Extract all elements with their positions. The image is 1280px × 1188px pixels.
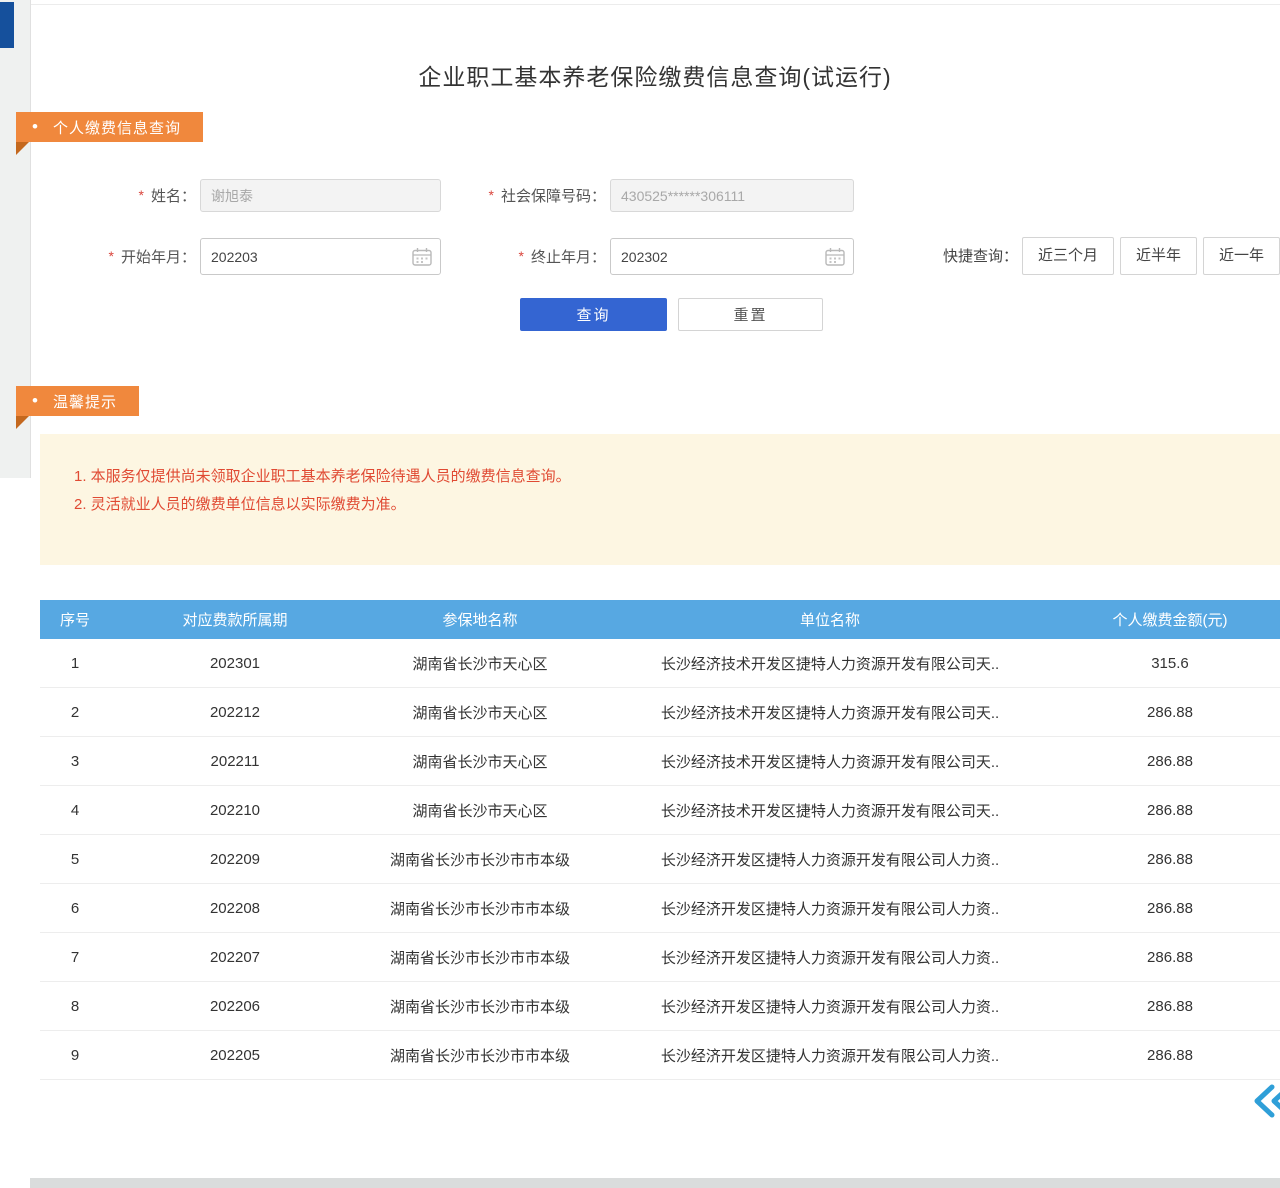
collapse-double-chevron-left-icon[interactable] xyxy=(1252,1082,1280,1120)
table-cell: 湖南省长沙市天心区 xyxy=(360,653,600,674)
required-asterisk: * xyxy=(489,187,494,203)
ssn-label: *社会保障号码： xyxy=(430,178,606,214)
table-cell: 9 xyxy=(40,1047,110,1064)
quick-btn-last-half-year[interactable]: 近半年 xyxy=(1120,237,1197,275)
table-cell: 202205 xyxy=(110,1047,360,1064)
table-cell: 长沙经济技术开发区捷特人力资源开发有限公司天.. xyxy=(600,751,1060,772)
column-header-index: 序号 xyxy=(40,609,110,630)
table-cell: 长沙经济技术开发区捷特人力资源开发有限公司天.. xyxy=(600,702,1060,723)
table-body: 1202301湖南省长沙市天心区长沙经济技术开发区捷特人力资源开发有限公司天..… xyxy=(40,639,1280,1080)
column-header-employer: 单位名称 xyxy=(600,609,1060,630)
column-header-period: 对应费款所属期 xyxy=(110,609,360,630)
payment-table: 序号 对应费款所属期 参保地名称 单位名称 个人缴费金额(元) 1202301湖… xyxy=(40,600,1280,1080)
ssn-input[interactable] xyxy=(610,179,854,212)
table-cell: 202208 xyxy=(110,900,360,917)
table-cell: 长沙经济开发区捷特人力资源开发有限公司人力资.. xyxy=(600,849,1060,870)
table-cell: 湖南省长沙市天心区 xyxy=(360,702,600,723)
page: 企业职工基本养老保险缴费信息查询(试运行) • 个人缴费信息查询 *姓名： *社… xyxy=(0,0,1280,1188)
warning-line: 2. 灵活就业人员的缴费单位信息以实际缴费为准。 xyxy=(74,492,1260,517)
table-cell: 202207 xyxy=(110,949,360,966)
top-left-accent-block xyxy=(0,2,14,48)
table-cell: 1 xyxy=(40,655,110,672)
column-header-region: 参保地名称 xyxy=(360,609,600,630)
table-row: 6202208湖南省长沙市长沙市市本级长沙经济开发区捷特人力资源开发有限公司人力… xyxy=(40,884,1280,933)
start-month-input[interactable] xyxy=(200,238,441,275)
table-cell: 286.88 xyxy=(1060,998,1280,1015)
table-cell: 286.88 xyxy=(1060,802,1280,819)
table-cell: 5 xyxy=(40,851,110,868)
table-cell: 7 xyxy=(40,949,110,966)
table-row: 5202209湖南省长沙市长沙市市本级长沙经济开发区捷特人力资源开发有限公司人力… xyxy=(40,835,1280,884)
name-label: *姓名： xyxy=(60,178,196,214)
table-cell: 8 xyxy=(40,998,110,1015)
section-badge-label: 个人缴费信息查询 xyxy=(53,117,181,138)
section-badge-label: 温馨提示 xyxy=(53,391,117,412)
table-cell: 286.88 xyxy=(1060,753,1280,770)
start-month-label: *开始年月： xyxy=(60,238,196,276)
page-title: 企业职工基本养老保险缴费信息查询(试运行) xyxy=(30,58,1280,92)
required-asterisk: * xyxy=(139,187,144,203)
table-cell: 长沙经济开发区捷特人力资源开发有限公司人力资.. xyxy=(600,1045,1060,1066)
column-header-amount: 个人缴费金额(元) xyxy=(1060,609,1280,630)
table-cell: 286.88 xyxy=(1060,1047,1280,1064)
required-asterisk: * xyxy=(109,248,114,264)
end-month-label: *终止年月： xyxy=(470,238,606,276)
quick-btn-last-3-months[interactable]: 近三个月 xyxy=(1022,237,1114,275)
warning-line: 1. 本服务仅提供尚未领取企业职工基本养老保险待遇人员的缴费信息查询。 xyxy=(74,464,1260,489)
quick-query-group: 近三个月 近半年 近一年 xyxy=(1022,237,1280,275)
table-cell: 湖南省长沙市天心区 xyxy=(360,751,600,772)
calendar-icon[interactable] xyxy=(825,247,845,266)
table-cell: 长沙经济技术开发区捷特人力资源开发有限公司天.. xyxy=(600,653,1060,674)
table-cell: 湖南省长沙市长沙市市本级 xyxy=(360,898,600,919)
table-cell: 202301 xyxy=(110,655,360,672)
bottom-divider xyxy=(30,1178,1280,1188)
table-header-row: 序号 对应费款所属期 参保地名称 单位名称 个人缴费金额(元) xyxy=(40,600,1280,639)
table-cell: 长沙经济开发区捷特人力资源开发有限公司人力资.. xyxy=(600,947,1060,968)
table-cell: 3 xyxy=(40,753,110,770)
table-cell: 315.6 xyxy=(1060,655,1280,672)
table-cell: 286.88 xyxy=(1060,949,1280,966)
table-cell: 6 xyxy=(40,900,110,917)
table-row: 2202212湖南省长沙市天心区长沙经济技术开发区捷特人力资源开发有限公司天..… xyxy=(40,688,1280,737)
table-row: 4202210湖南省长沙市天心区长沙经济技术开发区捷特人力资源开发有限公司天..… xyxy=(40,786,1280,835)
reset-button[interactable]: 重置 xyxy=(678,298,823,331)
table-cell: 湖南省长沙市天心区 xyxy=(360,800,600,821)
table-cell: 2 xyxy=(40,704,110,721)
bullet-icon: • xyxy=(32,112,39,142)
table-cell: 202206 xyxy=(110,998,360,1015)
table-cell: 202212 xyxy=(110,704,360,721)
section-badge-personal-query: • 个人缴费信息查询 xyxy=(16,112,203,142)
table-cell: 202211 xyxy=(110,753,360,770)
table-cell: 长沙经济开发区捷特人力资源开发有限公司人力资.. xyxy=(600,898,1060,919)
table-row: 1202301湖南省长沙市天心区长沙经济技术开发区捷特人力资源开发有限公司天..… xyxy=(40,639,1280,688)
warning-panel: 1. 本服务仅提供尚未领取企业职工基本养老保险待遇人员的缴费信息查询。 2. 灵… xyxy=(40,434,1280,565)
end-month-input[interactable] xyxy=(610,238,854,275)
table-cell: 长沙经济开发区捷特人力资源开发有限公司人力资.. xyxy=(600,996,1060,1017)
name-input[interactable] xyxy=(200,179,441,212)
table-row: 7202207湖南省长沙市长沙市市本级长沙经济开发区捷特人力资源开发有限公司人力… xyxy=(40,933,1280,982)
table-cell: 202209 xyxy=(110,851,360,868)
quick-btn-last-year[interactable]: 近一年 xyxy=(1203,237,1280,275)
required-asterisk: * xyxy=(519,248,524,264)
table-cell: 4 xyxy=(40,802,110,819)
table-row: 9202205湖南省长沙市长沙市市本级长沙经济开发区捷特人力资源开发有限公司人力… xyxy=(40,1031,1280,1080)
table-cell: 286.88 xyxy=(1060,900,1280,917)
table-row: 8202206湖南省长沙市长沙市市本级长沙经济开发区捷特人力资源开发有限公司人力… xyxy=(40,982,1280,1031)
table-cell: 286.88 xyxy=(1060,851,1280,868)
table-cell: 湖南省长沙市长沙市市本级 xyxy=(360,947,600,968)
query-button[interactable]: 查询 xyxy=(520,298,667,331)
table-cell: 长沙经济技术开发区捷特人力资源开发有限公司天.. xyxy=(600,800,1060,821)
calendar-icon[interactable] xyxy=(412,247,432,266)
table-cell: 202210 xyxy=(110,802,360,819)
table-cell: 湖南省长沙市长沙市市本级 xyxy=(360,996,600,1017)
bullet-icon: • xyxy=(32,386,39,416)
table-cell: 湖南省长沙市长沙市市本级 xyxy=(360,849,600,870)
quick-query-label: 快捷查询： xyxy=(918,238,1018,275)
section-badge-tips: • 温馨提示 xyxy=(16,386,139,416)
table-cell: 286.88 xyxy=(1060,704,1280,721)
table-row: 3202211湖南省长沙市天心区长沙经济技术开发区捷特人力资源开发有限公司天..… xyxy=(40,737,1280,786)
table-cell: 湖南省长沙市长沙市市本级 xyxy=(360,1045,600,1066)
